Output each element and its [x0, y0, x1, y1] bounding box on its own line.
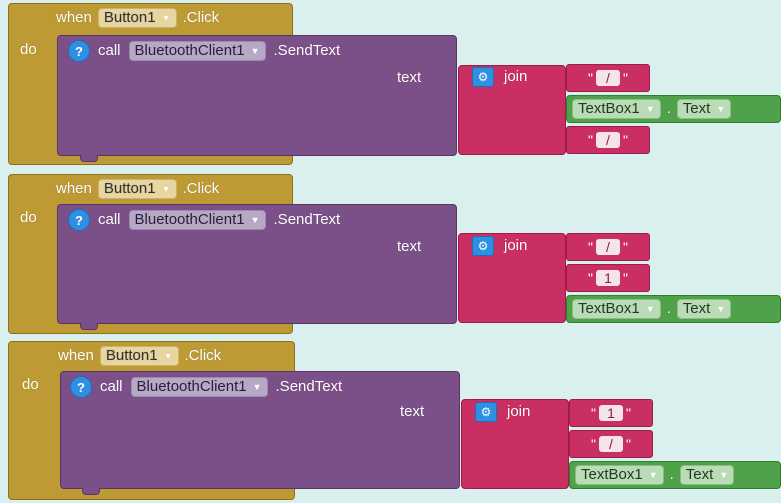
textbox-dropdown[interactable]: TextBox1 ▼	[572, 99, 661, 119]
property-dot: .	[666, 300, 671, 317]
text-string-block[interactable]: " / "	[566, 233, 650, 261]
method-label: .SendText	[275, 378, 343, 395]
event-name-label: .Click	[182, 9, 220, 26]
chevron-down-icon: ▼	[252, 382, 262, 392]
target-dropdown[interactable]: BluetoothClient1 ▼	[128, 41, 266, 61]
gear-mutator-icon[interactable]: ⚙	[472, 67, 494, 87]
string-value[interactable]: /	[596, 239, 620, 255]
help-question-icon[interactable]: ?	[68, 40, 90, 62]
property-dropdown[interactable]: Text ▼	[676, 99, 732, 119]
arg-text-label: text	[397, 238, 422, 255]
chevron-down-icon: ▼	[719, 470, 729, 480]
call-label: call	[100, 378, 123, 395]
event-when-label: when	[56, 9, 92, 26]
chevron-down-icon: ▼	[648, 470, 658, 480]
property-dot: .	[666, 100, 671, 117]
event-block-2[interactable]: when Button1 ▼ .Click do ? call Bluetoot…	[0, 174, 781, 339]
text-string-block[interactable]: " 1 "	[566, 264, 650, 292]
chevron-down-icon: ▼	[163, 351, 173, 361]
chevron-down-icon: ▼	[250, 46, 260, 56]
do-label: do	[20, 209, 37, 226]
component-dropdown[interactable]: Button1 ▼	[97, 179, 177, 199]
chevron-down-icon: ▼	[161, 184, 171, 194]
chevron-down-icon: ▼	[250, 215, 260, 225]
string-value[interactable]: /	[596, 70, 620, 86]
property-dropdown[interactable]: Text ▼	[676, 299, 732, 319]
textbox-dropdown[interactable]: TextBox1 ▼	[572, 299, 661, 319]
chevron-down-icon: ▼	[645, 104, 655, 114]
arg-text-label: text	[397, 69, 422, 86]
text-string-block[interactable]: " / "	[566, 64, 650, 92]
join-label: join	[504, 68, 528, 85]
event-block-3[interactable]: when Button1 ▼ .Click do ? call Bluetoot…	[0, 341, 781, 503]
event-when-label: when	[58, 347, 94, 364]
call-block-notch	[80, 155, 98, 162]
join-label: join	[507, 403, 531, 420]
call-label: call	[98, 42, 121, 59]
text-string-block[interactable]: " / "	[569, 430, 653, 458]
event-block-1[interactable]: when Button1 ▼ .Click do ? call Bluetoot…	[0, 3, 781, 168]
property-dot: .	[669, 466, 674, 483]
event-name-label: .Click	[184, 347, 222, 364]
text-string-block[interactable]: " / "	[566, 126, 650, 154]
gear-mutator-icon[interactable]: ⚙	[472, 236, 494, 256]
target-dropdown[interactable]: BluetoothClient1 ▼	[130, 377, 268, 397]
textbox-dropdown[interactable]: TextBox1 ▼	[575, 465, 664, 485]
chevron-down-icon: ▼	[716, 304, 726, 314]
do-label: do	[22, 376, 39, 393]
string-value[interactable]: 1	[599, 405, 623, 421]
text-string-block[interactable]: " 1 "	[569, 399, 653, 427]
join-label: join	[504, 237, 528, 254]
call-block-notch	[82, 488, 100, 495]
chevron-down-icon: ▼	[716, 104, 726, 114]
component-dropdown[interactable]: Button1 ▼	[97, 8, 177, 28]
arg-text-label: text	[400, 403, 425, 420]
gear-mutator-icon[interactable]: ⚙	[475, 402, 497, 422]
method-label: .SendText	[273, 211, 341, 228]
do-label: do	[20, 41, 37, 58]
string-value[interactable]: 1	[596, 270, 620, 286]
target-dropdown[interactable]: BluetoothClient1 ▼	[128, 210, 266, 230]
help-question-icon[interactable]: ?	[68, 209, 90, 231]
string-value[interactable]: /	[599, 436, 623, 452]
event-name-label: .Click	[182, 180, 220, 197]
call-block-notch	[80, 323, 98, 330]
event-when-label: when	[56, 180, 92, 197]
chevron-down-icon: ▼	[161, 13, 171, 23]
property-dropdown[interactable]: Text ▼	[679, 465, 735, 485]
help-question-icon[interactable]: ?	[70, 376, 92, 398]
string-value[interactable]: /	[596, 132, 620, 148]
chevron-down-icon: ▼	[645, 304, 655, 314]
method-label: .SendText	[273, 42, 341, 59]
component-dropdown[interactable]: Button1 ▼	[99, 346, 179, 366]
call-label: call	[98, 211, 121, 228]
